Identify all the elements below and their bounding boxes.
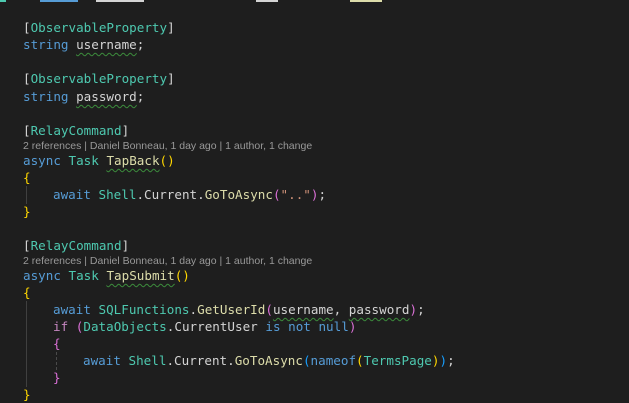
- code-line-close-brace: }: [23, 204, 31, 219]
- attribute-name: ObservableProperty: [30, 20, 168, 35]
- method-call: GoToAsync: [204, 187, 273, 202]
- code-line-attribute-observable-2: [ObservableProperty]: [23, 71, 175, 86]
- method-call: GoToAsync: [234, 353, 303, 368]
- code-line-method-tapback: async Task TapBack(): [23, 153, 175, 168]
- code-line-field-password: string password;: [23, 89, 145, 104]
- code-line-close-brace: }: [23, 387, 31, 402]
- code-line-field-username: string username;: [23, 37, 145, 52]
- arg-username[interactable]: username: [273, 302, 334, 317]
- type-name: Shell: [98, 187, 137, 202]
- keyword: await: [53, 302, 91, 317]
- indent-guide: [56, 352, 57, 370]
- code-line-open-brace: {: [23, 170, 31, 185]
- string-literal: "..": [280, 187, 311, 202]
- field-username[interactable]: username: [76, 37, 137, 52]
- code-line-open-brace: {: [23, 285, 31, 300]
- keyword: async: [23, 268, 61, 283]
- code-line-gotoasync-terms: await Shell.Current.GoToAsync(nameof(Ter…: [83, 353, 455, 368]
- member-name: Current: [174, 353, 228, 368]
- method-tapback[interactable]: TapBack: [106, 153, 159, 168]
- attribute-name: ObservableProperty: [30, 71, 168, 86]
- type-name: Task: [68, 153, 99, 168]
- arg-password[interactable]: password: [349, 302, 410, 317]
- code-editor[interactable]: [ObservableProperty] string username; [O…: [0, 0, 629, 403]
- code-line-method-tapsubmit: async Task TapSubmit(): [23, 268, 190, 283]
- member-name: CurrentUser: [174, 319, 258, 334]
- method-tapsubmit[interactable]: TapSubmit: [106, 268, 174, 283]
- code-line-attribute-relay-1: [RelayCommand]: [23, 123, 130, 138]
- keyword: string: [23, 37, 69, 52]
- keyword: if: [53, 319, 69, 334]
- keyword: string: [23, 89, 69, 104]
- code-line-if-currentuser: if (DataObjects.CurrentUser is not null): [53, 319, 357, 334]
- method-call: GetUserId: [197, 302, 266, 317]
- type-name: TermsPage: [363, 353, 432, 368]
- codelens-tapsubmit[interactable]: 2 references | Daniel Bonneau, 1 day ago…: [23, 255, 312, 268]
- codelens-tapback[interactable]: 2 references | Daniel Bonneau, 1 day ago…: [23, 140, 312, 153]
- type-name: Task: [68, 268, 99, 283]
- code-line-open-brace-inner: {: [53, 336, 61, 351]
- keyword: null: [318, 319, 349, 334]
- indent-guide: [26, 301, 27, 387]
- type-name: SQLFunctions: [98, 302, 190, 317]
- field-password[interactable]: password: [76, 89, 137, 104]
- keyword: is: [265, 319, 281, 334]
- code-line-close-brace-inner: }: [53, 370, 61, 385]
- member-name: Current: [144, 187, 198, 202]
- keyword: nameof: [310, 353, 357, 368]
- code-line-gotoasync-back: await Shell.Current.GoToAsync("..");: [53, 187, 327, 202]
- code-line-getuserid: await SQLFunctions.GetUserId(username, p…: [53, 302, 425, 317]
- code-line-attribute-relay-2: [RelayCommand]: [23, 238, 130, 253]
- indent-guide: [26, 186, 27, 204]
- clipped-previous-line: [0, 0, 629, 4]
- keyword: await: [53, 187, 91, 202]
- attribute-name: RelayCommand: [30, 123, 122, 138]
- keyword: not: [288, 319, 311, 334]
- attribute-name: RelayCommand: [30, 238, 122, 253]
- code-line-attribute-observable-1: [ObservableProperty]: [23, 20, 175, 35]
- keyword: async: [23, 153, 61, 168]
- type-name: DataObjects: [83, 319, 167, 334]
- keyword: await: [83, 353, 121, 368]
- type-name: Shell: [128, 353, 167, 368]
